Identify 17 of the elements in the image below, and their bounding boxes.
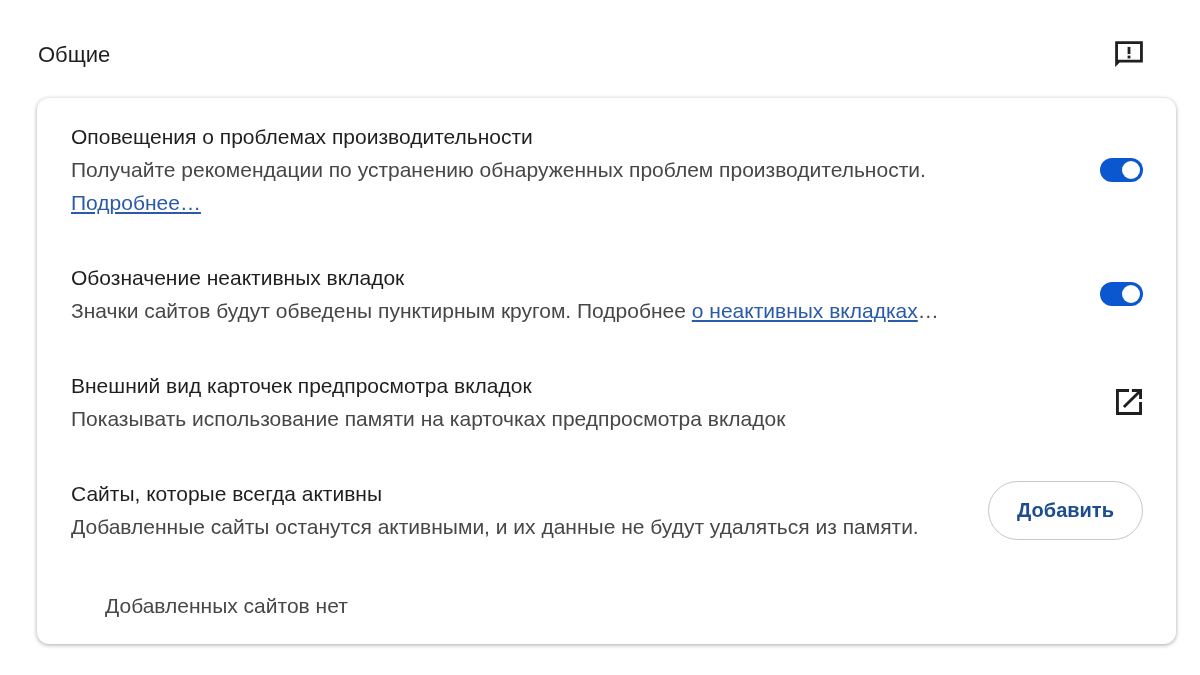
setting-title: Обозначение неактивных вкладок: [71, 265, 405, 291]
empty-message: Добавленных сайтов нет: [105, 593, 348, 619]
setting-title: Оповещения о проблемах производительности: [71, 124, 533, 150]
open-in-new-icon[interactable]: [1116, 389, 1142, 415]
setting-title: Внешний вид карточек предпросмотра вкладок: [71, 373, 532, 399]
link[interactable]: Подробнее…: [71, 186, 201, 219]
link[interactable]: о неактивных вкладках: [691, 299, 918, 322]
setting-description: Получайте рекомендации по устранению обнаруженных проблем производительности.: [71, 157, 926, 183]
add-button[interactable]: Добавить: [988, 480, 1143, 540]
toggle-switch[interactable]: [1100, 157, 1143, 182]
feedback-icon[interactable]: [1115, 41, 1143, 69]
setting-description: Показывать использование памяти на карточках предпросмотра вкладок: [71, 406, 786, 432]
section-title: Общие: [38, 41, 111, 69]
setting-description: Значки сайтов будут обведены пунктирным кругом. Подробнее о неактивных вкладках…: [71, 298, 939, 324]
setting-description: Добавленные сайты останутся активными, и их данные не будут удаляться из памяти.: [71, 514, 919, 540]
setting-title: Сайты, которые всегда активны: [71, 481, 383, 507]
toggle-switch[interactable]: [1100, 282, 1143, 306]
